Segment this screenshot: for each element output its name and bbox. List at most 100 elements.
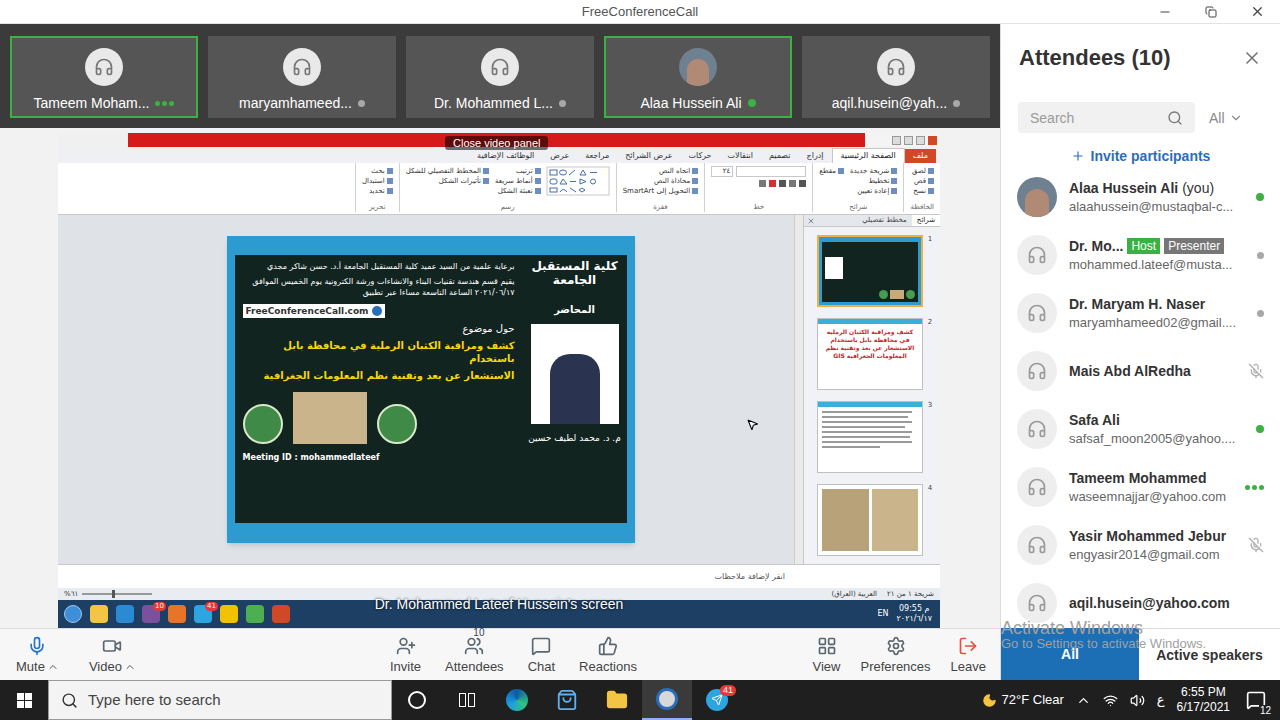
chat-button[interactable]: Chat [526, 635, 557, 675]
slide-thumbnail[interactable] [817, 235, 923, 307]
volume-icon[interactable] [1130, 693, 1145, 708]
ie-app-icon[interactable] [114, 604, 135, 625]
slide-thumbnail[interactable]: كشف ومراقبة الكثبان الرملية في محافظة با… [817, 318, 923, 390]
attendee-row[interactable]: Alaa Hussein Ali(you)alaahussein@mustaqb… [1001, 168, 1280, 226]
leave-button[interactable]: Leave [949, 635, 988, 675]
ribbon-command[interactable]: قص [912, 176, 934, 186]
ribbon-command[interactable]: اتجاه النص [623, 166, 699, 176]
weather-widget[interactable]: 72°F Clear [982, 692, 1064, 708]
ribbon-tab[interactable]: ملف [905, 149, 936, 163]
ribbon-command[interactable]: المخطط التفصيلي للشكل [406, 166, 489, 176]
ribbon-tab[interactable]: عرض [542, 149, 577, 163]
view-button[interactable]: View [811, 635, 843, 675]
ribbon-command[interactable]: استبدال [362, 176, 393, 186]
font-name-field[interactable] [736, 166, 806, 177]
attendee-row[interactable]: Tameem Mohammedwaseemnajjar@yahoo.com [1001, 458, 1280, 516]
restore-button[interactable] [1188, 0, 1234, 23]
ribbon-command[interactable]: ترتيب [495, 166, 541, 176]
ribbon-tab[interactable]: مراجعة [577, 149, 617, 163]
slide-thumbnail[interactable] [817, 484, 923, 556]
close-pane-icon[interactable] [807, 217, 815, 225]
media-app-icon[interactable] [166, 604, 187, 625]
conference-taskbar-icon[interactable] [642, 680, 692, 720]
ribbon-tab[interactable]: حركات [680, 149, 719, 163]
invite-participants-link[interactable]: Invite participants [1001, 147, 1280, 165]
slide-thumbnail-row[interactable]: 3 [810, 401, 934, 473]
ppt-app-icon[interactable] [270, 604, 291, 625]
slide-thumbnail[interactable] [817, 401, 923, 473]
zoom-slider[interactable] [82, 593, 152, 595]
video-tile[interactable]: Tameem Moham... [10, 36, 198, 118]
close-video-panel-button[interactable]: Close video panel [445, 136, 548, 150]
attendee-row[interactable]: Dr. Mo...HostPresentermohammed.lateef@mu… [1001, 226, 1280, 284]
ribbon-tab[interactable]: إدراج [799, 149, 832, 163]
network-icon[interactable] [1103, 693, 1118, 708]
preferences-button[interactable]: Preferences [858, 635, 932, 675]
ribbon-command[interactable]: التحويل إلى SmartArt [623, 186, 699, 196]
mic-button[interactable]: Mute [14, 635, 61, 675]
minimize-button[interactable] [1142, 0, 1188, 23]
reactions-button[interactable]: Reactions [577, 635, 639, 675]
telegram-taskbar-icon[interactable]: 41 [692, 680, 742, 720]
viber-app-icon[interactable]: 10 [140, 604, 161, 625]
notes-area[interactable]: انقر لإضافة ملاحظات [58, 564, 940, 588]
attendee-row[interactable]: Yasir Mohammed Jeburengyasir2014@gmail.c… [1001, 516, 1280, 574]
ribbon-command[interactable]: أنماط سريعة [495, 176, 541, 186]
close-button[interactable] [1234, 0, 1280, 23]
video-tile[interactable]: aqil.husein@yah... [802, 36, 990, 118]
slide-thumbnail-row[interactable]: 4 [810, 484, 934, 556]
ribbon-command[interactable]: تخطيط [850, 176, 897, 186]
video-tile[interactable]: maryamhameed... [208, 36, 396, 118]
explorer-taskbar-icon[interactable] [592, 680, 642, 720]
norton-app-icon[interactable] [218, 604, 239, 625]
taskview-taskbar-icon[interactable] [442, 680, 492, 720]
video-tile[interactable]: Dr. Mohammed L... [406, 36, 594, 118]
menu-chevron-icon[interactable] [124, 661, 136, 673]
taskbar-search[interactable]: Type here to search [48, 680, 392, 720]
ribbon-tab[interactable]: الوظائف الإضافية [469, 149, 542, 163]
pane-tab[interactable]: شرائح [912, 215, 940, 226]
invite-button[interactable]: Invite [388, 635, 423, 675]
close-panel-icon[interactable] [1242, 48, 1262, 68]
attendee-row[interactable]: Mais Abd AlRedha [1001, 342, 1280, 400]
telegram-app-icon[interactable]: 41 [192, 604, 213, 625]
attendees-button[interactable]: 10Attendees [443, 635, 506, 675]
tray-overflow-icon[interactable] [1076, 693, 1091, 708]
inner-language[interactable]: EN [877, 609, 888, 619]
ribbon-command[interactable]: شريحة جديدة [850, 166, 897, 176]
attendee-search[interactable]: Search [1018, 102, 1195, 133]
attendee-row[interactable]: Dr. Maryam H. Nasermaryamhameed02@gmail.… [1001, 284, 1280, 342]
pane-tab[interactable]: مخطط تفصيلي [857, 215, 912, 226]
attendee-tab[interactable]: Active speakers [1139, 628, 1280, 680]
ribbon-command[interactable]: لصق [912, 166, 934, 176]
start-app-icon[interactable] [62, 604, 83, 625]
attendee-row[interactable]: Safa Alisafsaf_moon2005@yahoo.... [1001, 400, 1280, 458]
slide-thumbnail-row[interactable]: 2كشف ومراقبة الكثبان الرملية في محافظة ب… [810, 318, 934, 390]
ribbon-command[interactable]: محاذاة النص [623, 176, 699, 186]
ribbon-tab[interactable]: تصميم [761, 149, 799, 163]
notification-center[interactable]: 12 [1242, 686, 1270, 714]
video-button[interactable]: Video [87, 635, 138, 675]
attendee-row[interactable]: aqil.husein@yahoo.com [1001, 574, 1280, 628]
ribbon-command[interactable]: إعادة تعيين [850, 186, 897, 196]
ribbon-command[interactable]: بحث [362, 166, 393, 176]
edge-taskbar-icon[interactable] [492, 680, 542, 720]
store-taskbar-icon[interactable] [542, 680, 592, 720]
ribbon-command[interactable]: مقطع [819, 166, 844, 176]
cortana-taskbar-icon[interactable] [392, 680, 442, 720]
ribbon-command[interactable]: تأثيرات الشكل [406, 176, 489, 186]
attendee-filter[interactable]: All [1209, 109, 1243, 127]
scrollbar[interactable] [794, 215, 803, 564]
ribbon-tab[interactable]: انتقالات [720, 149, 761, 163]
slide-thumbnail-row[interactable]: 1 [810, 235, 934, 307]
chrome-app-icon[interactable] [244, 604, 265, 625]
shapes-gallery-icon[interactable] [546, 166, 610, 196]
explorer-app-icon[interactable] [88, 604, 109, 625]
menu-chevron-icon[interactable] [47, 661, 59, 673]
ribbon-tab[interactable]: الصفحة الرئيسية [832, 148, 905, 163]
ribbon-tab[interactable]: عرض الشرائح [617, 149, 680, 163]
video-tile[interactable]: Alaa Hussein Ali [604, 36, 792, 118]
slide[interactable]: كلية المستقبل الجامعةالمحاضرم. د. محمد ل… [227, 236, 635, 543]
clock[interactable]: 6:55 PM6/17/2021 [1177, 685, 1230, 715]
ribbon-command[interactable]: تعبئة الشكل [495, 186, 541, 196]
